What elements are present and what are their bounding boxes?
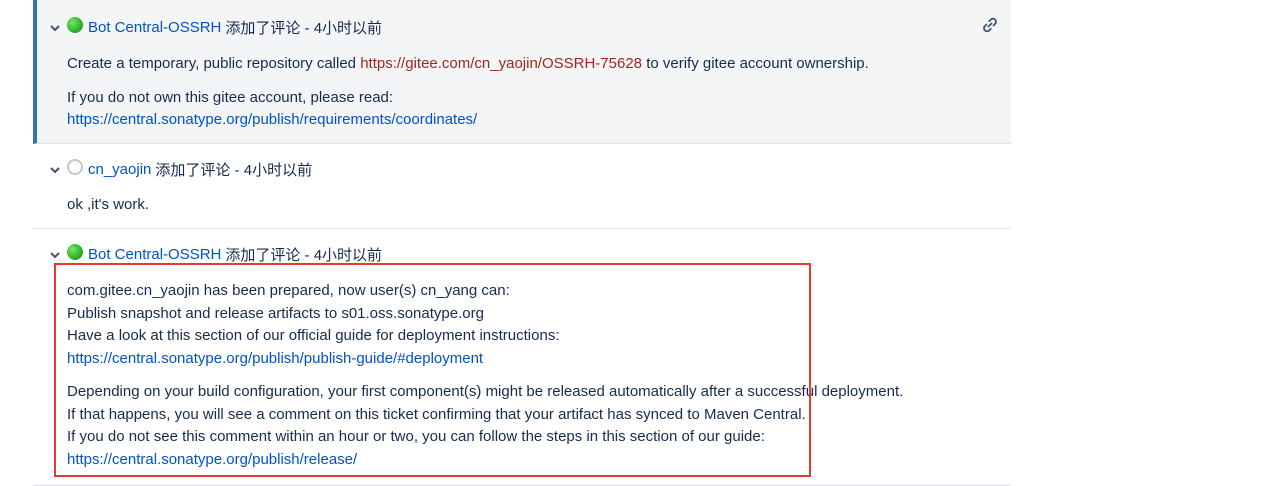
- comment-1: Bot Central-OSSRH 添加了评论 - 4小时以前 Create a…: [33, 0, 1011, 144]
- comment-body: ok ,it's work.: [67, 194, 149, 217]
- comment-line: ok ,it's work.: [67, 196, 150, 213]
- comment-3: Bot Central-OSSRH 添加了评论 - 4小时以前 com.gite…: [33, 229, 1011, 486]
- comment-timestamp: 添加了评论 - 4小时以前: [155, 162, 313, 179]
- comment-timestamp: 添加了评论 - 4小时以前: [225, 20, 383, 37]
- comment-header: Bot Central-OSSRH 添加了评论 - 4小时以前: [47, 16, 383, 38]
- comment-line: If you do not see this comment within an…: [67, 428, 765, 445]
- comment-2: cn_yaojin 添加了评论 - 4小时以前 ok ,it's work.: [33, 144, 1011, 229]
- repo-link[interactable]: https://gitee.com/cn_yaojin/OSSRH-75628: [360, 55, 642, 72]
- release-guide-link[interactable]: https://central.sonatype.org/publish/rel…: [67, 451, 357, 468]
- chevron-down-icon[interactable]: [47, 247, 63, 263]
- text: to verify gitee account ownership.: [642, 55, 869, 72]
- text: Create a temporary, public repository ca…: [67, 55, 361, 72]
- comment-timestamp: 添加了评论 - 4小时以前: [225, 247, 383, 264]
- comment-body: com.gitee.cn_yaojin has been prepared, n…: [67, 280, 903, 471]
- comment-line: com.gitee.cn_yaojin has been prepared, n…: [67, 282, 510, 299]
- deployment-guide-link[interactable]: https://central.sonatype.org/publish/pub…: [67, 350, 483, 367]
- comment-author-link[interactable]: Bot Central-OSSRH: [88, 19, 221, 36]
- comment-header: Bot Central-OSSRH 添加了评论 - 4小时以前: [47, 243, 383, 265]
- avatar: [67, 158, 83, 175]
- comment-paragraph: Depending on your build configuration, y…: [67, 381, 903, 471]
- comment-paragraph: Create a temporary, public repository ca…: [67, 53, 869, 76]
- requirements-link[interactable]: https://central.sonatype.org/publish/req…: [67, 111, 477, 128]
- comment-author-link[interactable]: Bot Central-OSSRH: [88, 246, 221, 263]
- comment-line: Depending on your build configuration, y…: [67, 383, 904, 400]
- comment-line: If you do not own this gitee account, pl…: [67, 88, 394, 106]
- chevron-down-icon[interactable]: [47, 20, 63, 36]
- comment-line: If that happens, you will see a comment …: [67, 405, 806, 423]
- permalink-icon[interactable]: [981, 16, 999, 34]
- comment-paragraph: com.gitee.cn_yaojin has been prepared, n…: [67, 280, 903, 370]
- avatar: [67, 243, 83, 260]
- comment-line: Have a look at this section of our offic…: [67, 327, 560, 344]
- comment-author-link[interactable]: cn_yaojin: [88, 161, 151, 178]
- comment-header: cn_yaojin 添加了评论 - 4小时以前: [47, 158, 313, 180]
- avatar: [67, 16, 83, 33]
- chevron-down-icon[interactable]: [47, 162, 63, 178]
- comment-line: Publish snapshot and release artifacts t…: [67, 304, 484, 322]
- comment-body: Create a temporary, public repository ca…: [67, 53, 869, 132]
